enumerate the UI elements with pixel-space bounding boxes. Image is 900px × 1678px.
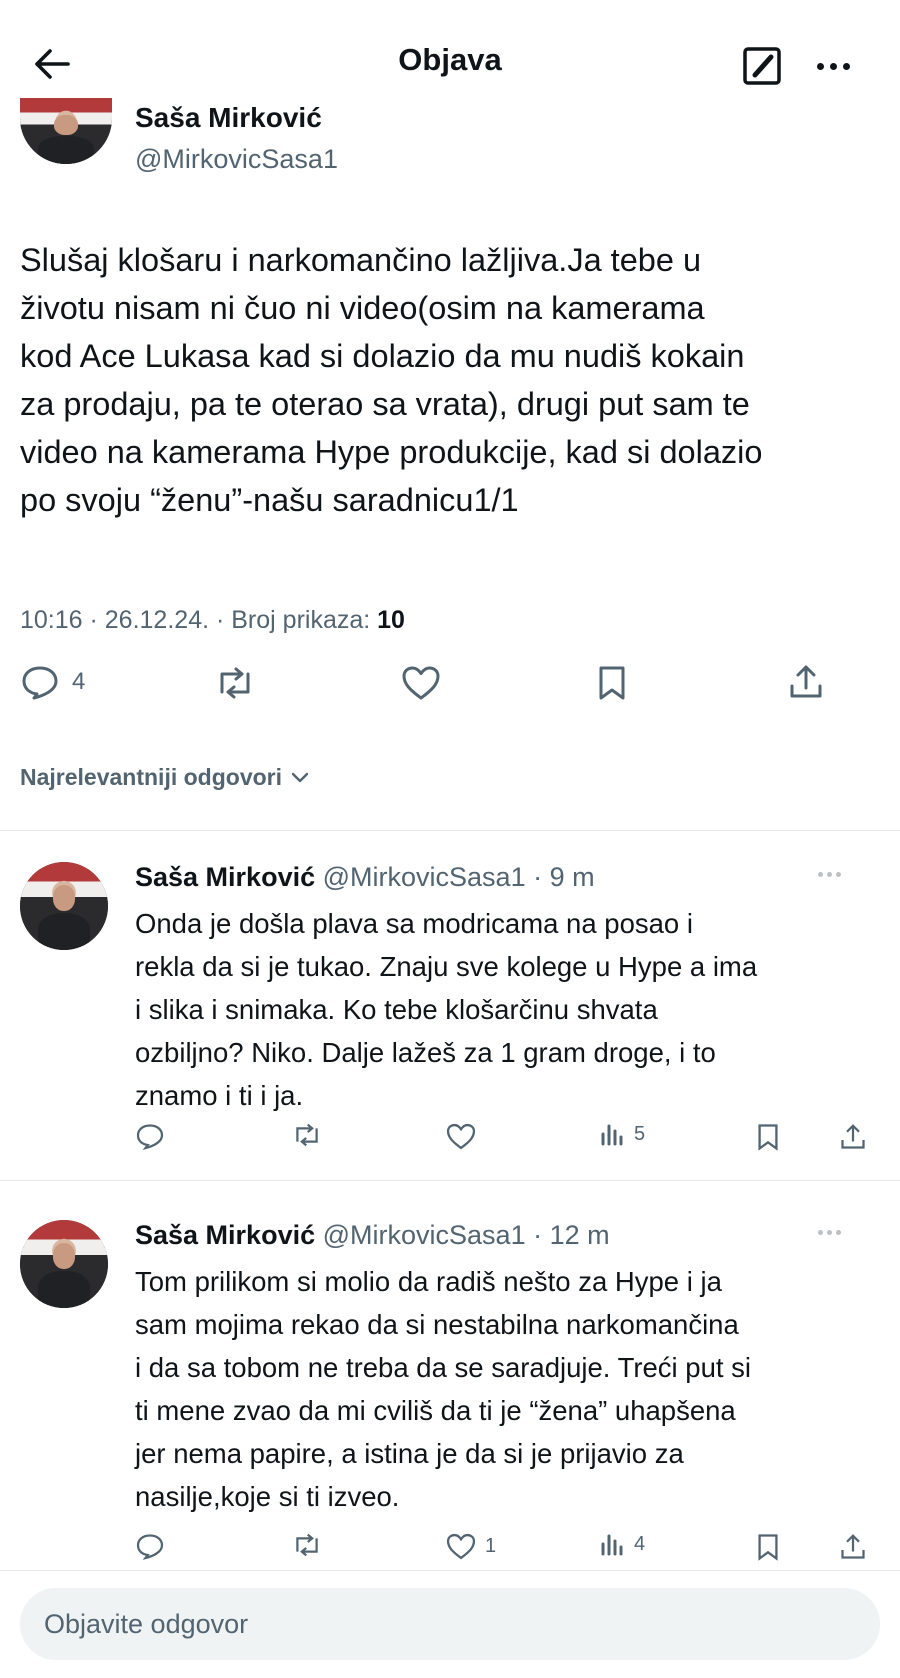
reply-text: Onda je došla plava sa modricama na posa… — [135, 902, 880, 1117]
reply-views-button[interactable]: 5 — [600, 1122, 645, 1146]
reply-text-line: Tom prilikom si molio da radiš nešto za … — [135, 1266, 722, 1297]
top-bar: Objava — [0, 0, 900, 110]
analytics-icon — [601, 1124, 623, 1146]
bookmark-icon — [599, 666, 625, 700]
share-icon — [841, 1534, 865, 1559]
comment-icon — [136, 1534, 164, 1560]
repost-icon — [296, 1533, 318, 1557]
edit-compose-icon — [743, 47, 781, 85]
bookmark-icon — [758, 1534, 778, 1561]
chevron-down-icon — [291, 772, 309, 782]
reply-text-line: i slika i snimaka. Ko tebe klošarčinu sh… — [135, 994, 658, 1025]
reply-header: Saša Mirković @MirkovicSasa1 · 9 m — [135, 862, 595, 893]
reply-like-button[interactable] — [445, 1122, 485, 1151]
comment-icon — [22, 666, 58, 700]
reply-composer-input[interactable]: Objavite odgovor — [20, 1588, 880, 1660]
reply-count: 4 — [72, 668, 86, 695]
reply-repost-button[interactable] — [290, 1122, 324, 1148]
replies-sort-label: Najrelevantniji odgovori — [20, 764, 282, 790]
repost-icon — [296, 1123, 318, 1147]
post-text-line: za prodaju, pa te oterao sa vrata), drug… — [20, 386, 750, 422]
replies-sort-dropdown[interactable]: Najrelevantniji odgovori — [20, 764, 310, 791]
share-button[interactable] — [786, 662, 826, 702]
share-icon — [790, 665, 822, 698]
reply-like-button[interactable]: 1 — [445, 1532, 496, 1561]
reply-like-count: 1 — [485, 1535, 497, 1557]
more-button[interactable] — [808, 44, 858, 88]
reply-comment-button[interactable] — [135, 1532, 165, 1560]
post-timestamp: 10:16 · 26.12.24. · Broj prikaza: — [20, 606, 371, 634]
post-text-line: kod Ace Lukasa kad si dolazio da mu nudi… — [20, 338, 745, 374]
analytics-icon — [601, 1534, 623, 1556]
more-horizontal-icon — [818, 872, 823, 877]
reply-text-line: ti mene zvao da mi cviliš da ti je “žena… — [135, 1395, 736, 1426]
reply-repost-button[interactable] — [290, 1532, 324, 1558]
reply-bookmark-button[interactable] — [755, 1122, 781, 1152]
reply-more-button[interactable] — [818, 1230, 841, 1235]
reply-more-button[interactable] — [818, 872, 841, 877]
post-text-line: životu nisam ni čuo ni video(osim na kam… — [20, 290, 705, 326]
reply-text-line: sam mojima rekao da si nestabilna narkom… — [135, 1309, 739, 1340]
reply-share-button[interactable] — [838, 1532, 868, 1562]
reply-share-button[interactable] — [838, 1122, 868, 1152]
reply-avatar[interactable] — [20, 1220, 108, 1308]
reply-views-button[interactable]: 4 — [600, 1532, 645, 1556]
reply-text-line: rekla da si je tukao. Znaju sve kolege u… — [135, 951, 758, 982]
post-text-line: po svoju “ženu”-našu saradnicu1/1 — [20, 482, 519, 518]
reply-view-count: 5 — [634, 1122, 646, 1145]
post-views: 10 — [377, 606, 405, 634]
heart-icon — [446, 1123, 476, 1150]
reply-view-count: 4 — [634, 1532, 646, 1555]
post-text: Slušaj klošaru i narkomančino lažljiva.J… — [20, 236, 880, 524]
more-horizontal-icon — [816, 62, 824, 70]
reply-handle-time[interactable]: @MirkovicSasa1 · 12 m — [323, 1220, 610, 1250]
reply-avatar[interactable] — [20, 862, 108, 950]
author-name[interactable]: Saša Mirković — [135, 102, 322, 134]
reply-button[interactable]: 4 — [20, 664, 85, 700]
share-icon — [841, 1124, 865, 1149]
divider — [0, 830, 900, 831]
reply-text-line: nasilje,koje si ti izveo. — [135, 1481, 400, 1512]
reply-bookmark-button[interactable] — [755, 1532, 781, 1562]
reply-text-line: znamo i ti i ja. — [135, 1080, 304, 1111]
bookmark-icon — [758, 1124, 778, 1151]
post-text-line: Slušaj klošaru i narkomančino lažljiva.J… — [20, 242, 702, 278]
reply-text-line: Onda je došla plava sa modricama na posa… — [135, 908, 693, 939]
reply-author-name[interactable]: Saša Mirković — [135, 1220, 315, 1250]
post-meta: 10:16 · 26.12.24. · Broj prikaza: 10 — [20, 606, 405, 635]
like-button[interactable] — [400, 664, 442, 702]
author-handle[interactable]: @MirkovicSasa1 — [135, 144, 338, 175]
post-actions: 4 — [0, 660, 900, 710]
reply-handle-time[interactable]: @MirkovicSasa1 · 9 m — [323, 862, 595, 892]
author-avatar[interactable] — [20, 98, 112, 164]
reply-author-name[interactable]: Saša Mirković — [135, 862, 315, 892]
reply-composer-placeholder: Objavite odgovor — [44, 1608, 249, 1639]
heart-icon — [446, 1533, 476, 1560]
more-horizontal-icon — [818, 1230, 823, 1235]
repost-button[interactable] — [212, 666, 258, 700]
edit-button[interactable] — [740, 44, 784, 88]
repost-icon — [220, 667, 250, 699]
post-text-line: video na kamerama Hype produkcije, kad s… — [20, 434, 763, 470]
reply-header: Saša Mirković @MirkovicSasa1 · 12 m — [135, 1220, 610, 1251]
comment-icon — [136, 1124, 164, 1150]
reply-text-line: jer nema papire, a istina je da si je pr… — [135, 1438, 684, 1469]
divider — [0, 1570, 900, 1571]
heart-icon — [402, 666, 440, 700]
reply-actions: 1 4 — [0, 1532, 900, 1572]
reply-text-line: ozbiljno? Niko. Dalje lažeš za 1 gram dr… — [135, 1037, 716, 1068]
reply-text-line: i da sa tobom ne treba da se saradjuje. … — [135, 1352, 752, 1383]
bookmark-button[interactable] — [595, 664, 629, 702]
reply-actions: 5 — [0, 1122, 900, 1162]
divider — [0, 1180, 900, 1181]
reply-text: Tom prilikom si molio da radiš nešto za … — [135, 1260, 880, 1518]
reply-comment-button[interactable] — [135, 1122, 165, 1150]
